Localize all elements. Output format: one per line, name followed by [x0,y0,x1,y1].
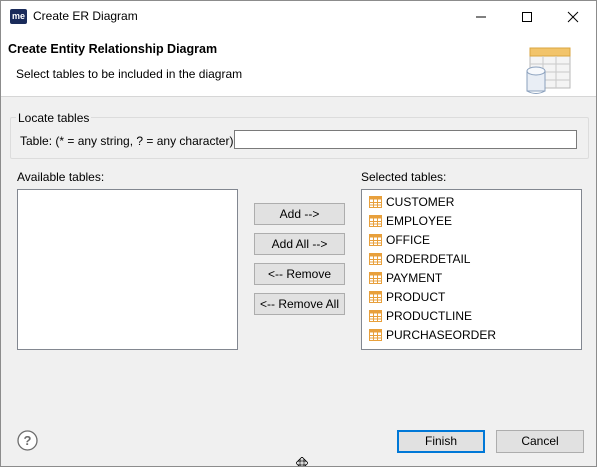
table-name: ORDERDETAIL [386,251,471,266]
dialog-description: Select tables to be included in the diag… [16,67,243,81]
selected-table-item[interactable]: PRODUCT [362,287,581,306]
locate-tables-legend: Locate tables [16,111,92,125]
add-all-button[interactable]: Add All --> [254,233,345,255]
dialog-heading: Create Entity Relationship Diagram [8,42,218,56]
selected-table-item[interactable]: CUSTOMER [362,192,581,211]
help-icon: ? [17,430,38,451]
move-cursor-icon [295,456,309,466]
database-table-icon [526,47,572,98]
table-icon [369,328,382,341]
cancel-button[interactable]: Cancel [496,430,584,453]
selected-table-item[interactable]: EMPLOYEE [362,211,581,230]
available-tables-label: Available tables: [17,170,105,184]
dialog-window: me Create ER Diagram Create Entity Relat… [0,0,597,467]
remove-all-button[interactable]: <-- Remove All [254,293,345,315]
table-filter-label: Table: (* = any string, ? = any characte… [20,134,234,148]
table-filter-input[interactable] [234,130,577,149]
help-button[interactable]: ? [17,430,38,454]
table-icon [369,195,382,208]
table-name: PURCHASEORDER [386,327,497,342]
remove-button[interactable]: <-- Remove [254,263,345,285]
title-bar[interactable]: me Create ER Diagram [1,1,596,32]
dialog-header: Create Entity Relationship Diagram Selec… [1,32,596,97]
table-name: CUSTOMER [386,194,455,209]
available-tables-list[interactable] [17,189,238,350]
table-name: EMPLOYEE [386,213,453,228]
table-name: PAYMENT [386,270,443,285]
table-name: OFFICE [386,232,430,247]
window-title: Create ER Diagram [33,9,138,23]
svg-text:?: ? [24,433,32,448]
finish-button[interactable]: Finish [397,430,485,453]
selected-table-item[interactable]: ORDERDETAIL [362,249,581,268]
close-button[interactable] [550,1,596,32]
selected-table-item[interactable]: PAYMENT [362,268,581,287]
table-name: PRODUCTLINE [386,308,473,323]
minimize-button[interactable] [458,1,504,32]
app-icon: me [10,9,27,24]
close-icon [567,11,579,23]
table-name: PRODUCT [386,289,446,304]
table-icon [369,252,382,265]
selected-tables-list[interactable]: CUSTOMER EMPLOYEE OFFICE ORDERDETAIL PAYMENT… [361,189,582,350]
maximize-icon [522,12,532,22]
add-button[interactable]: Add --> [254,203,345,225]
selected-table-item[interactable]: PRODUCTLINE [362,306,581,325]
table-icon [369,233,382,246]
table-icon [369,290,382,303]
selected-tables-label: Selected tables: [361,170,447,184]
selected-table-item[interactable]: OFFICE [362,230,581,249]
selected-table-item[interactable]: PURCHASEORDER [362,325,581,344]
maximize-button[interactable] [504,1,550,32]
table-icon [369,214,382,227]
table-icon [369,309,382,322]
table-icon [369,271,382,284]
minimize-icon [476,16,486,18]
